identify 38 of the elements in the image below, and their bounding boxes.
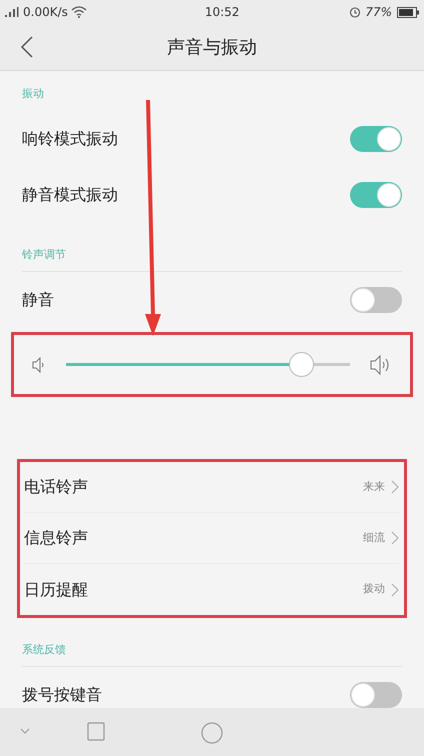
setting-label: 信息铃声: [24, 527, 88, 549]
setting-value: 细流: [363, 530, 385, 546]
slider-thumb[interactable]: [288, 352, 314, 377]
setting-label: 电话铃声: [24, 476, 88, 498]
wifi-icon: [70, 6, 87, 18]
settings-row[interactable]: 电话铃声 来来: [24, 462, 399, 513]
signal-icon: [5, 7, 19, 17]
chevron-right-icon: [391, 531, 399, 545]
chevron-right-icon: [391, 480, 399, 494]
settings-row[interactable]: 日历提醒 拨动: [24, 564, 399, 615]
alarm-icon: [349, 6, 362, 18]
toggle-switch[interactable]: [350, 126, 402, 152]
toggle-switch[interactable]: [350, 182, 402, 208]
back-icon[interactable]: [20, 36, 33, 58]
battery-icon: [397, 6, 419, 18]
section-title: 振动: [22, 86, 44, 102]
section-title: 铃声调节: [22, 246, 66, 262]
clock-time: 10:52: [204, 4, 240, 21]
setting-value: 拨动: [363, 581, 385, 598]
page-title: 声音与振动: [167, 36, 257, 60]
settings-row[interactable]: 信息铃声 细流: [24, 513, 399, 564]
setting-value: 来来: [363, 478, 385, 495]
chevron-right-icon: [391, 582, 399, 596]
setting-label: 响铃模式振动: [22, 128, 118, 150]
section-title: 系统反馈: [22, 642, 66, 658]
setting-label: 静音模式振动: [22, 184, 118, 206]
setting-label: 拨号按键音: [22, 684, 102, 706]
battery-percent: 77%: [365, 4, 392, 21]
setting-label: 静音: [22, 289, 54, 311]
setting-label: 日历提醒: [24, 578, 88, 600]
toggle-switch[interactable]: [350, 682, 402, 708]
toggle-switch[interactable]: [350, 287, 402, 313]
collapse-icon[interactable]: [20, 728, 30, 735]
recents-icon[interactable]: [87, 722, 105, 741]
volume-slider[interactable]: [66, 351, 350, 378]
volume-low-icon: [32, 356, 46, 372]
network-speed: 0.00K/s: [23, 4, 68, 21]
home-icon[interactable]: [201, 722, 223, 744]
